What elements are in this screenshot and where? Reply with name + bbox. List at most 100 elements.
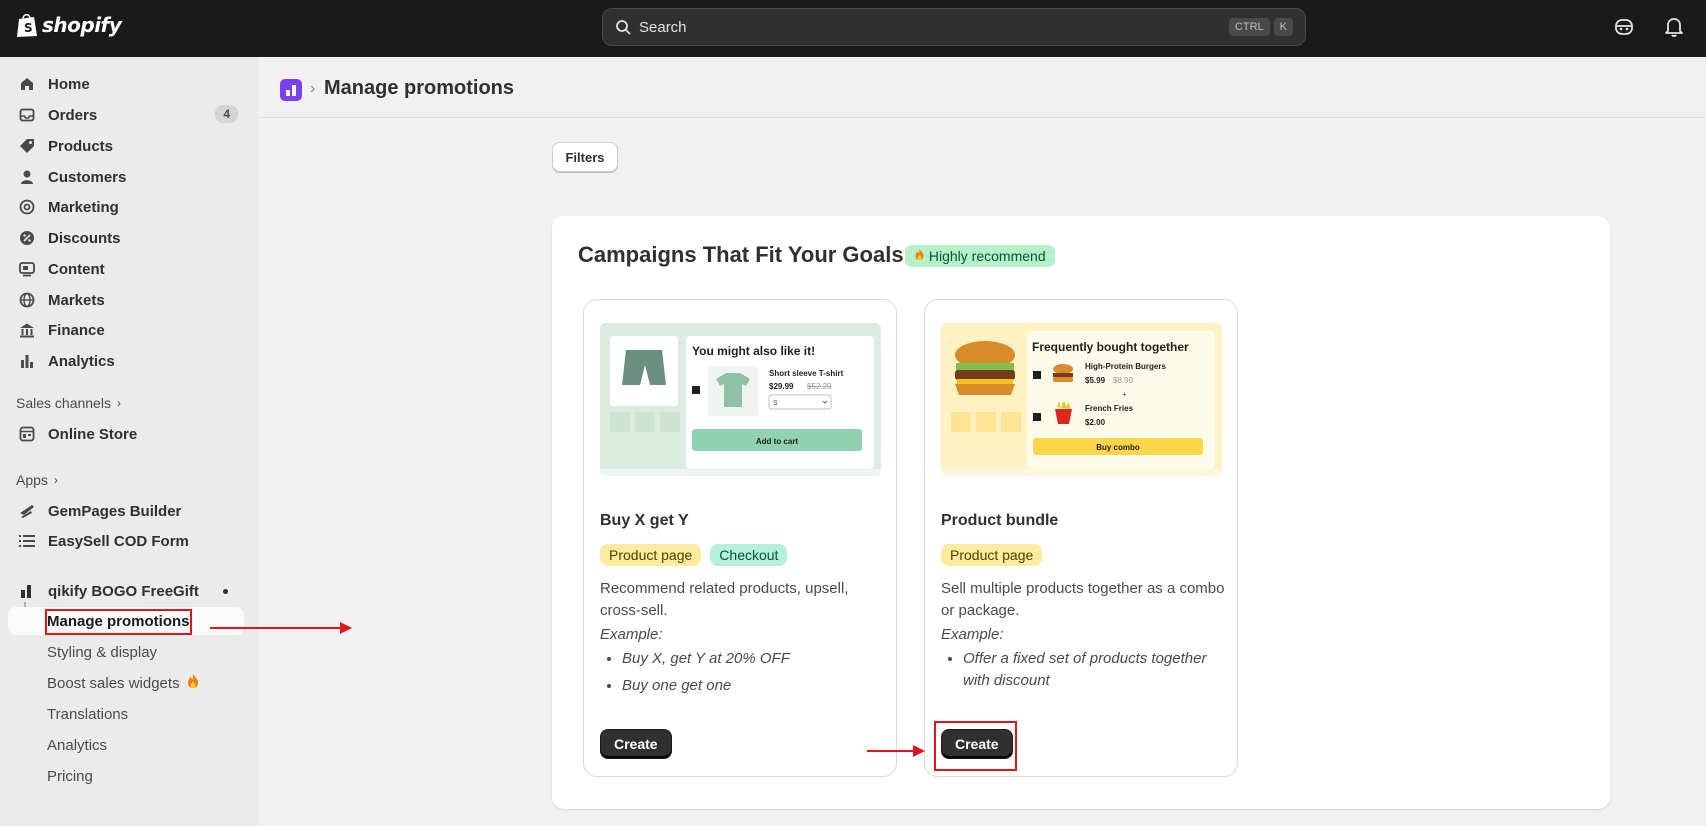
sidebar-subitem-label: Boost sales widgets <box>47 674 180 692</box>
sidebar-subitem-analytics[interactable]: Analytics <box>8 731 244 759</box>
sidebar-item-label: Products <box>48 137 114 155</box>
sidebar-item-label: Customers <box>48 168 127 186</box>
sidebar-subitem-label: Styling & display <box>47 643 158 661</box>
shopify-bag-icon: S <box>17 13 37 37</box>
card-tags: Product page <box>941 544 1043 566</box>
orders-count-badge: 4 <box>215 105 238 123</box>
shopify-logo[interactable]: S shopify <box>16 12 122 38</box>
sidebar-item-label: Content <box>48 260 105 278</box>
list-icon <box>18 532 36 550</box>
illus-product: Short sleeve T-shirt <box>769 369 844 378</box>
sidebar-item-orders[interactable]: Orders 4 <box>8 100 244 130</box>
campaign-card-buy-x-get-y: You might also like it! Short sleeve T-s… <box>583 299 897 777</box>
illus-headline: Frequently bought together <box>1032 340 1189 354</box>
home-icon <box>18 75 36 93</box>
globe-icon <box>18 291 36 309</box>
illus-plus: + <box>1122 390 1127 399</box>
sidebar-item-marketing[interactable]: Marketing <box>8 192 244 222</box>
campaigns-title: Campaigns That Fit Your Goals <box>578 242 904 267</box>
search-bar[interactable]: Search CTRL K <box>602 8 1306 46</box>
sidebar-item-content[interactable]: Content <box>8 254 244 284</box>
sidebar-item-label: Markets <box>48 291 105 309</box>
example-list: Buy X, get Y at 20% OFF Buy one get one <box>622 648 790 702</box>
sidebar-item-online-store[interactable]: Online Store <box>8 419 244 449</box>
campaigns-panel: Campaigns That Fit Your Goals Highly rec… <box>552 216 1610 809</box>
illus-item2: French Fries <box>1085 404 1134 413</box>
sidebar-subitem-translations[interactable]: Translations <box>8 700 244 728</box>
store-icon <box>18 425 36 443</box>
pin-dot-icon <box>223 589 228 594</box>
bell-icon[interactable] <box>1662 15 1686 39</box>
chevron-right-icon: › <box>116 396 121 410</box>
tag-product-page: Product page <box>600 544 702 566</box>
breadcrumb-chevron-icon: › <box>310 80 316 97</box>
fire-icon <box>186 673 200 693</box>
sidebar-subitem-styling[interactable]: Styling & display <box>8 638 244 666</box>
sidebar-item-finance[interactable]: Finance <box>8 315 244 345</box>
example-item: Offer a fixed set of products together w… <box>963 648 1225 692</box>
qikify-app-icon <box>18 582 36 600</box>
shortcut-key-k: K <box>1273 18 1293 36</box>
card-title: Product bundle <box>941 512 1059 529</box>
target-icon <box>18 198 36 216</box>
illus-item1-price: $5.99 <box>1085 376 1106 385</box>
sidebar-item-discounts[interactable]: Discounts <box>8 223 244 253</box>
sidebar-item-label: Marketing <box>48 198 119 216</box>
annotation-arrow <box>867 745 925 757</box>
search-placeholder: Search <box>639 18 687 36</box>
sidebar: Home Orders 4 Products Customers Marketi… <box>0 57 258 826</box>
sidebar-item-analytics[interactable]: Analytics <box>8 346 244 376</box>
illus-size: S <box>773 400 778 407</box>
sidebar-item-label: Discounts <box>48 229 121 247</box>
illus-cta: Add to cart <box>756 437 799 446</box>
illus-old-price: $52.29 <box>807 382 832 391</box>
product-bundle-illustration: Frequently bought together High-Protein … <box>941 323 1222 476</box>
apps-label: Apps <box>16 472 48 488</box>
sidebar-item-label: Finance <box>48 321 105 339</box>
content-icon <box>18 260 36 278</box>
sidebar-item-easysell[interactable]: EasySell COD Form <box>8 526 244 556</box>
apps-header[interactable]: Apps › <box>16 472 58 488</box>
annotation-highlight-box <box>45 609 192 635</box>
sidebar-item-customers[interactable]: Customers <box>8 162 244 192</box>
sidebar-item-products[interactable]: Products <box>8 131 244 161</box>
filters-button[interactable]: Filters <box>552 142 618 172</box>
sidebar-item-label: qikify BOGO FreeGift <box>48 582 199 600</box>
sidebar-subitem-boost-sales[interactable]: Boost sales widgets <box>8 669 244 697</box>
sidebar-item-label: GemPages Builder <box>48 502 182 520</box>
qikify-app-icon[interactable] <box>280 79 302 101</box>
sidebar-item-home[interactable]: Home <box>8 69 244 99</box>
search-icon <box>616 20 631 35</box>
sidebar-subitem-pricing[interactable]: Pricing <box>8 762 244 790</box>
buy-x-get-y-illustration: You might also like it! Short sleeve T-s… <box>600 323 881 476</box>
brand-name: shopify <box>42 13 122 37</box>
sales-channels-header[interactable]: Sales channels › <box>16 395 121 411</box>
illus-item1: High-Protein Burgers <box>1085 362 1166 371</box>
sidekick-icon[interactable] <box>1612 15 1636 39</box>
shortcut-key-ctrl: CTRL <box>1228 18 1270 36</box>
sidebar-item-qikify[interactable]: qikify BOGO FreeGift <box>8 576 244 606</box>
sidebar-item-gempages[interactable]: GemPages Builder <box>8 496 244 526</box>
sidebar-subitem-label: Analytics <box>47 736 108 754</box>
person-icon <box>18 168 36 186</box>
create-buy-x-get-y-button[interactable]: Create <box>600 729 672 759</box>
sidebar-item-label: Home <box>48 75 90 93</box>
page-title: Manage promotions <box>324 77 515 99</box>
illus-item2-price: $2.00 <box>1085 418 1106 427</box>
sidebar-item-label: EasySell COD Form <box>48 532 189 550</box>
card-description: Recommend related products, upsell, cros… <box>600 580 849 619</box>
top-bar: S shopify Search CTRL K <box>0 0 1706 57</box>
sidebar-subitem-label: Translations <box>47 705 129 723</box>
sidebar-item-markets[interactable]: Markets <box>8 285 244 315</box>
campaign-card-product-bundle: Frequently bought together High-Protein … <box>924 299 1238 777</box>
example-list: Offer a fixed set of products together w… <box>963 648 1225 697</box>
sidebar-item-label: Orders <box>48 106 98 124</box>
illus-headline: You might also like it! <box>692 344 815 358</box>
svg-text:S: S <box>24 21 33 35</box>
tag-product-page: Product page <box>941 544 1043 566</box>
tag-icon <box>18 137 36 155</box>
annotation-highlight-box <box>934 721 1017 771</box>
illus-price: $29.99 <box>769 382 794 391</box>
sidebar-item-label: Analytics <box>48 352 115 370</box>
sidebar-item-label: Online Store <box>48 425 138 443</box>
